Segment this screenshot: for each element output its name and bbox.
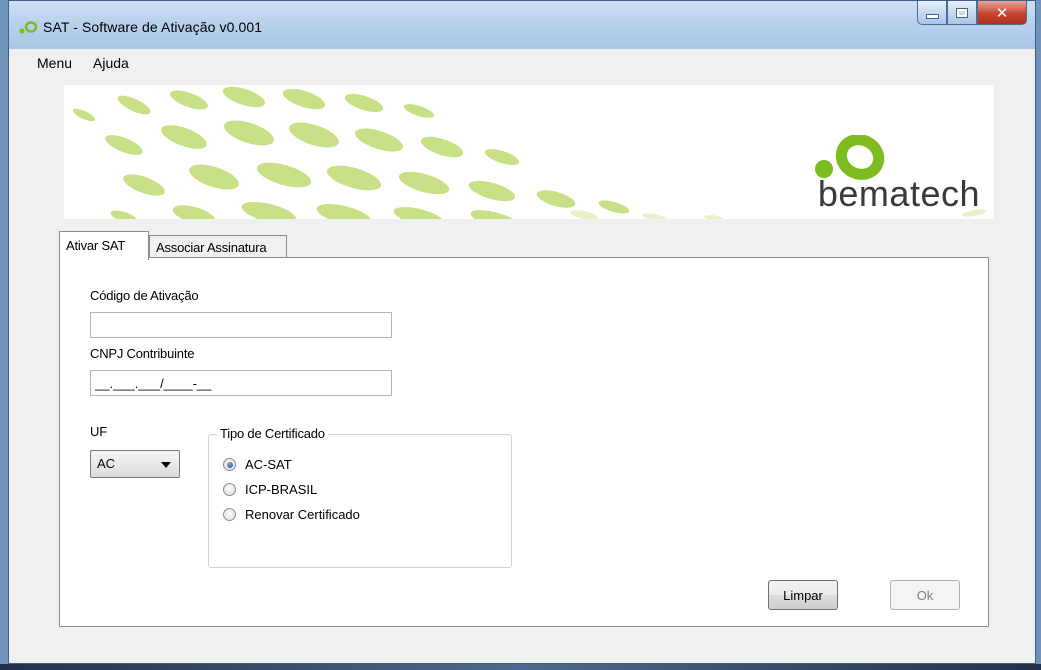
close-button[interactable]: ✕	[977, 1, 1027, 25]
cnpj-contribuinte-input[interactable]	[90, 370, 392, 396]
window-controls: ✕	[917, 1, 1027, 27]
codigo-ativacao-input[interactable]	[90, 312, 392, 338]
radio-icp-brasil-label: ICP-BRASIL	[245, 482, 318, 497]
radio-ac-sat[interactable]: AC-SAT	[223, 457, 292, 472]
maximize-icon	[956, 7, 968, 18]
minimize-icon	[925, 14, 939, 19]
menu-item-menu[interactable]: Menu	[9, 49, 79, 77]
ok-button[interactable]: Ok	[890, 580, 960, 610]
radio-button-checked-icon[interactable]	[223, 458, 236, 471]
tipo-certificado-title: Tipo de Certificado	[217, 426, 328, 441]
tipo-certificado-group: Tipo de Certificado AC-SAT ICP-BRASIL Re…	[208, 426, 512, 568]
radio-renovar-certificado-label: Renovar Certificado	[245, 507, 360, 522]
maximize-button[interactable]	[947, 1, 977, 25]
radio-renovar-certificado[interactable]: Renovar Certificado	[223, 507, 360, 522]
bematech-logo: bematech	[810, 135, 980, 215]
uf-selected-value: AC	[97, 456, 116, 471]
limpar-button[interactable]: Limpar	[768, 580, 838, 610]
app-window: SAT - Software de Ativação v0.001 ✕ Menu…	[8, 0, 1036, 664]
uf-select[interactable]: AC	[90, 450, 180, 478]
codigo-ativacao-label: Código de Ativação	[90, 288, 199, 303]
brand-banner: bematech	[64, 85, 994, 219]
title-bar[interactable]: SAT - Software de Ativação v0.001 ✕	[9, 1, 1035, 49]
radio-button-icon[interactable]	[223, 483, 236, 496]
menu-bar: Menu Ajuda	[9, 49, 1035, 77]
uf-label: UF	[90, 424, 107, 439]
window-title: SAT - Software de Ativação v0.001	[43, 19, 263, 35]
close-icon: ✕	[995, 3, 1009, 22]
tab-ativar-sat[interactable]: Ativar SAT	[59, 231, 149, 260]
cnpj-contribuinte-label: CNPJ Contribuinte	[90, 346, 195, 361]
client-area: Menu Ajuda bematech Ativar SAT Associar …	[9, 49, 1035, 663]
logo-wordmark: bematech	[817, 173, 980, 214]
taskbar-strip	[0, 664, 1041, 670]
app-icon	[19, 21, 37, 34]
radio-ac-sat-label: AC-SAT	[245, 457, 292, 472]
menu-item-ajuda[interactable]: Ajuda	[79, 49, 136, 77]
radio-icp-brasil[interactable]: ICP-BRASIL	[223, 482, 317, 497]
tab-associar-assinatura[interactable]: Associar Assinatura	[149, 235, 287, 259]
dropdown-arrow-icon	[161, 462, 171, 468]
radio-button-icon[interactable]	[223, 508, 236, 521]
minimize-button[interactable]	[917, 1, 947, 25]
tab-panel-ativar-sat: Código de Ativação CNPJ Contribuinte UF …	[59, 257, 989, 627]
